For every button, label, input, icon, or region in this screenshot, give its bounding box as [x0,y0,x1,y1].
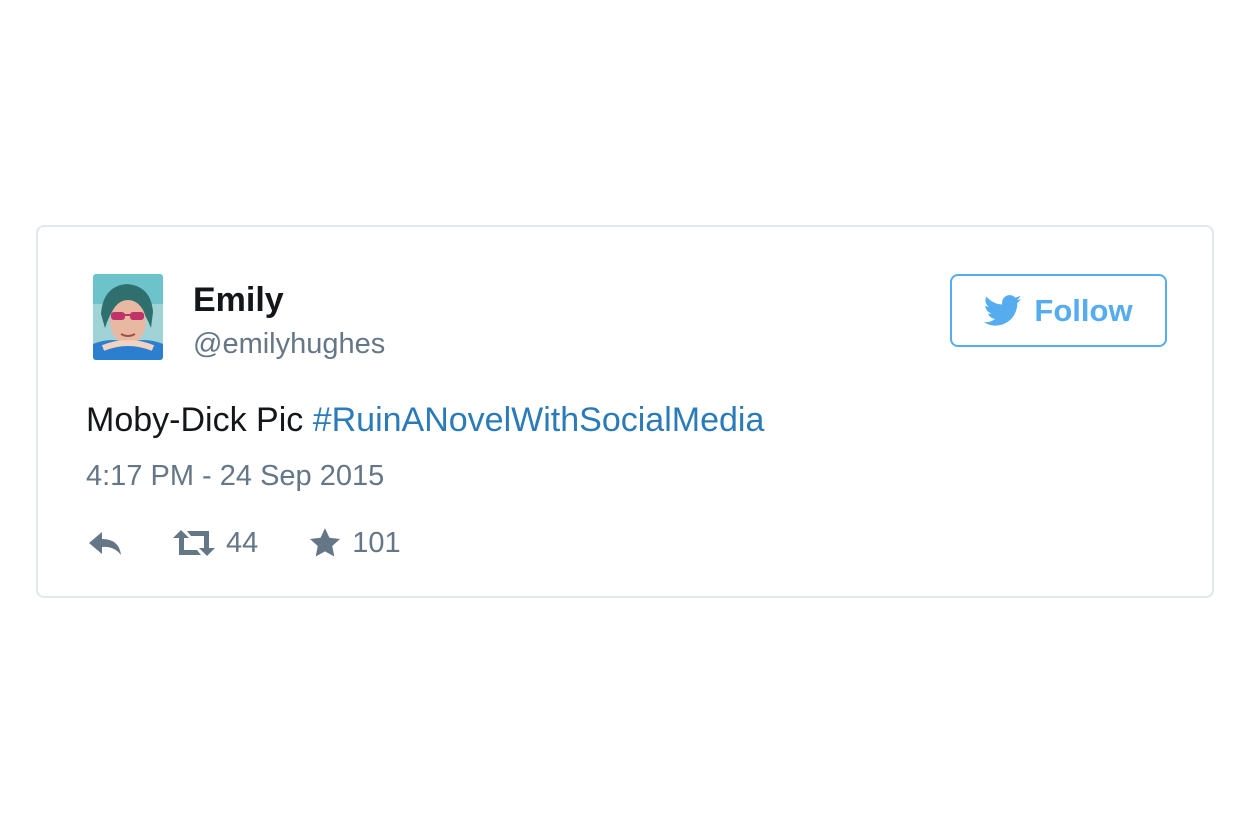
retweet-icon [172,528,216,558]
follow-button[interactable]: Follow [950,274,1167,347]
display-name[interactable]: Emily [193,280,284,320]
avatar-image [93,274,163,360]
follow-label: Follow [1034,292,1133,328]
favorite-button[interactable]: 101 [308,525,401,561]
twitter-bird-icon [984,294,1022,327]
tweet-card: Emily @emilyhughes Follow Moby-Dick Pic … [36,225,1214,598]
tweet-actions: 44 101 [86,523,401,563]
retweet-count: 44 [226,527,259,559]
avatar[interactable] [93,274,163,360]
hashtag-link[interactable]: #RuinANovelWithSocialMedia [313,401,765,439]
tweet-body: Moby-Dick Pic [86,401,313,439]
favorite-count: 101 [352,527,401,559]
retweet-button[interactable]: 44 [172,525,258,561]
tweet-timestamp[interactable]: 4:17 PM - 24 Sep 2015 [86,458,384,494]
reply-icon [86,529,124,557]
reply-button[interactable] [86,529,124,557]
tweet-text: Moby-Dick Pic #RuinANovelWithSocialMedia [86,399,764,441]
star-icon [308,527,342,559]
user-handle[interactable]: @emilyhughes [193,326,385,362]
